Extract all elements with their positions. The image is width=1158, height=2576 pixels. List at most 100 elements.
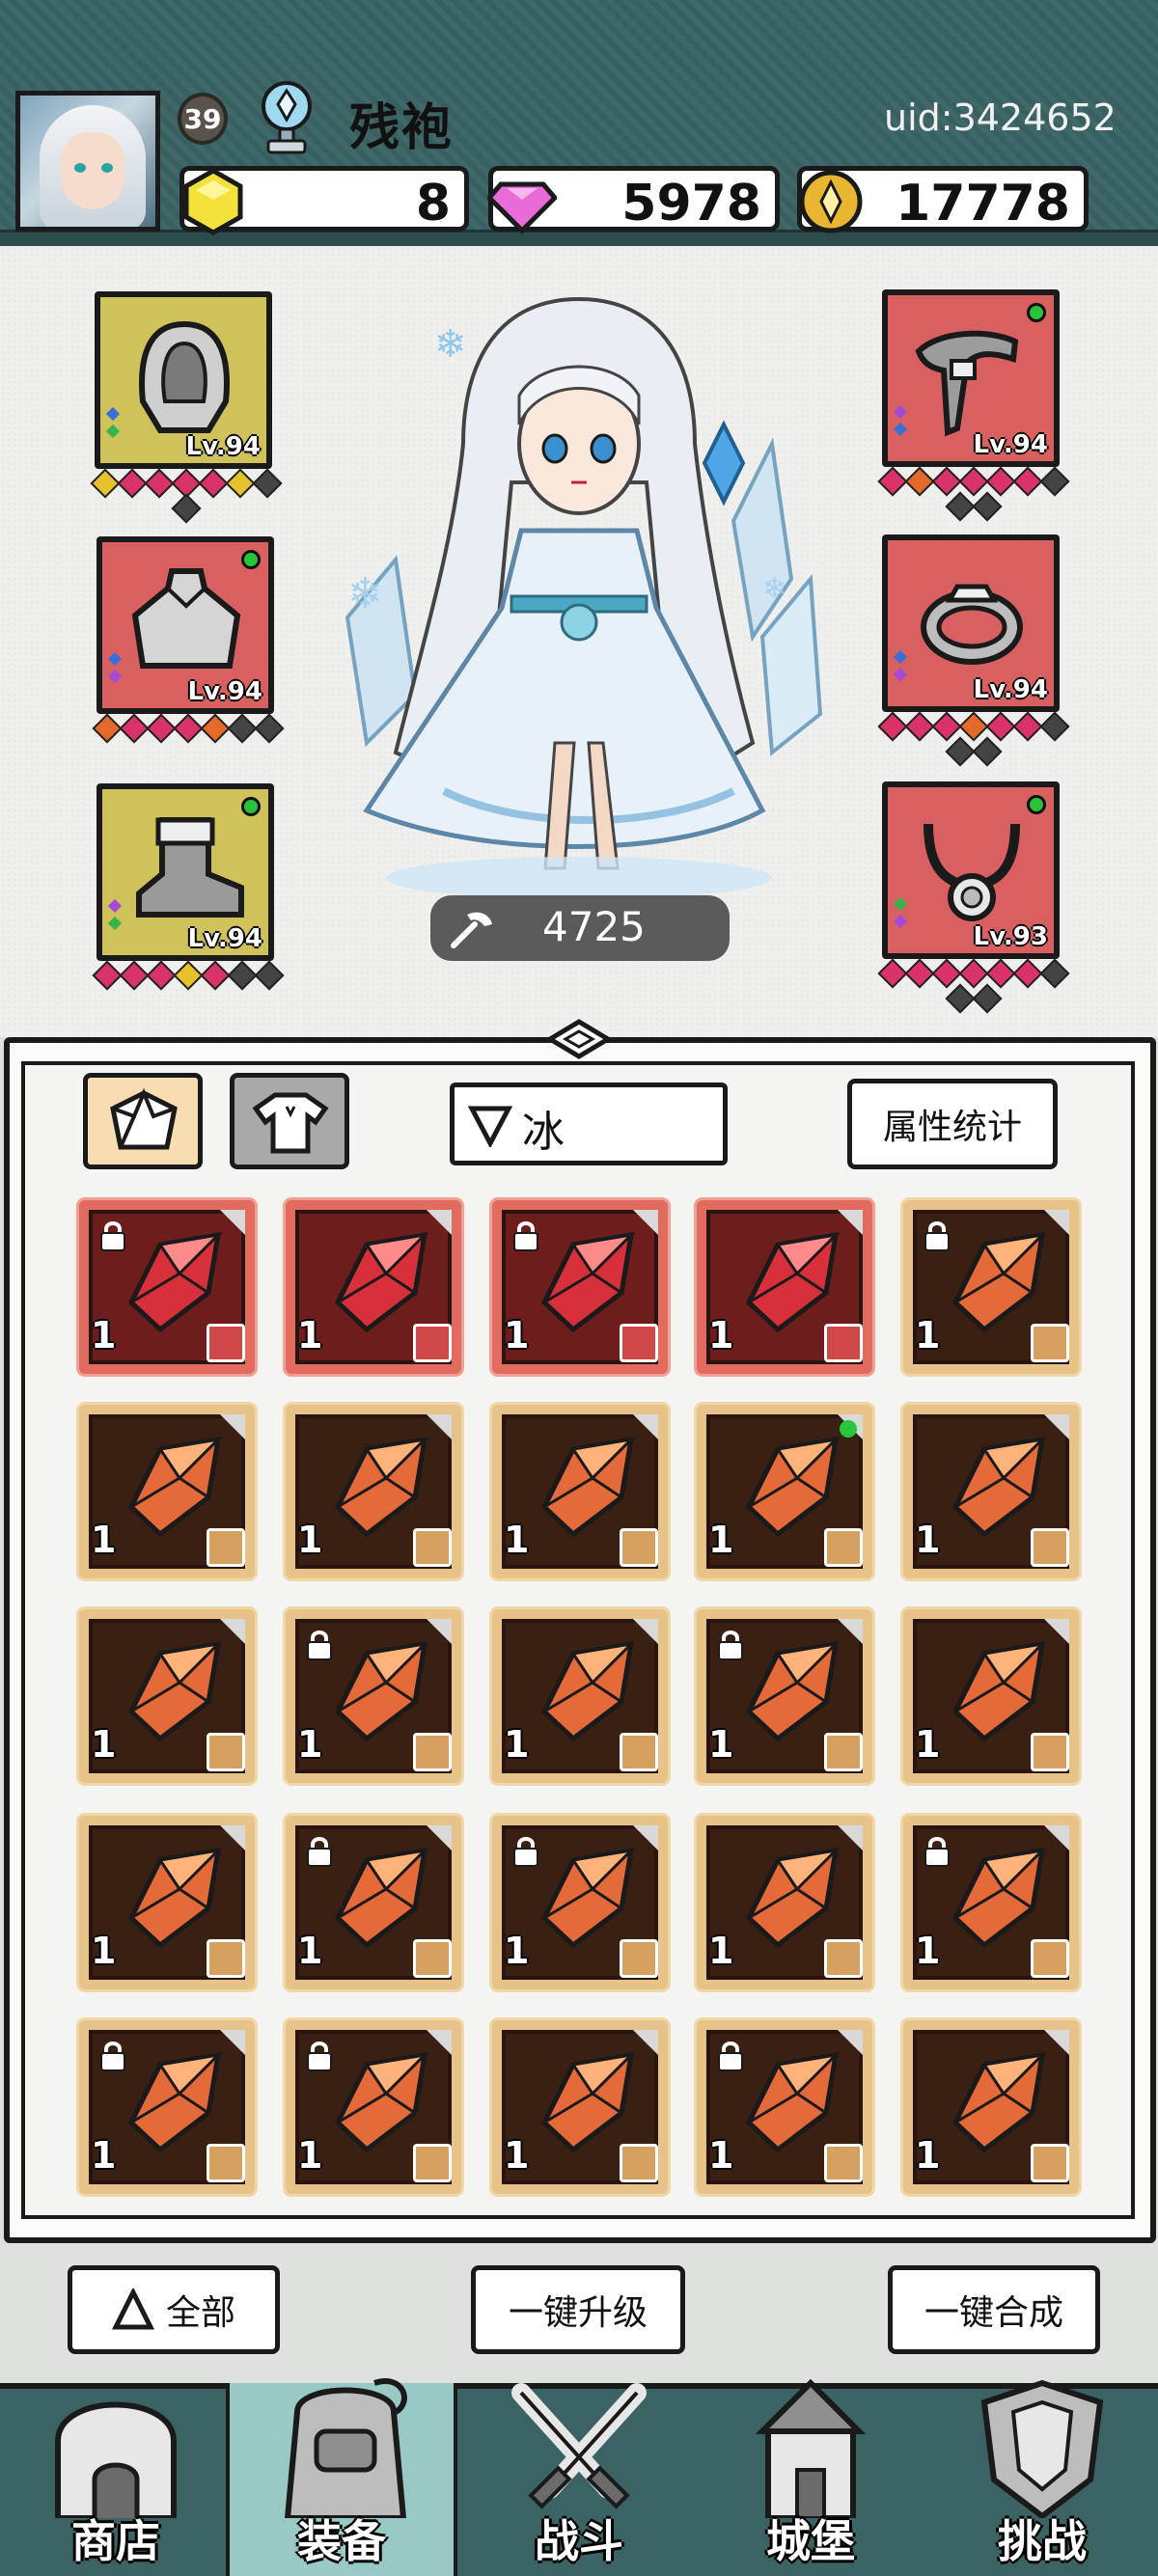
- crystal-gem-icon: [540, 1231, 636, 1333]
- crystal-gem-icon: [127, 2051, 223, 2153]
- gem-slot[interactable]: 1: [697, 2020, 872, 2194]
- crystal-gem-icon: [334, 1847, 429, 1949]
- nav-challenge[interactable]: 挑战: [926, 2379, 1158, 2576]
- nav-shop[interactable]: 商店: [0, 2383, 232, 2576]
- ring-slot[interactable]: Lv.94: [882, 534, 1060, 712]
- lock-icon: [924, 1221, 950, 1251]
- show-all-button[interactable]: 全部: [68, 2265, 280, 2354]
- crystal-gem-icon: [745, 1847, 841, 1949]
- necklace-indicator: [1027, 795, 1046, 814]
- gem-quantity: 1: [708, 1723, 734, 1766]
- crystal-gem-icon: [334, 1640, 429, 1742]
- gem-slot[interactable]: 1: [697, 1200, 872, 1374]
- gem-slot[interactable]: 1: [697, 1816, 872, 1989]
- helmet-gem-sockets: [90, 468, 283, 524]
- gem-slot[interactable]: 1: [79, 1200, 255, 1374]
- gem-slot[interactable]: 1: [697, 1609, 872, 1783]
- gear-type-icon: [413, 1939, 452, 1978]
- gear-type-icon: [207, 2144, 245, 2182]
- gold-coin-icon: [799, 170, 863, 233]
- element-filter-dropdown[interactable]: 冰: [450, 1082, 728, 1165]
- gem-slot[interactable]: 1: [903, 1816, 1079, 1989]
- necklace-icon: [924, 823, 1020, 921]
- gem-slot[interactable]: 1: [903, 1609, 1079, 1783]
- svg-text:❄: ❄: [347, 569, 383, 618]
- gem-slot[interactable]: 1: [286, 2020, 461, 2194]
- gear-type-icon: [413, 1528, 452, 1567]
- nav-equipment[interactable]: 装备: [226, 2378, 457, 2576]
- ring-gem-sockets: [877, 711, 1070, 767]
- gear-type-icon: [207, 1733, 245, 1771]
- gem-slot[interactable]: 1: [492, 1405, 668, 1578]
- crystal-gem-icon: [951, 1436, 1047, 1538]
- nav-challenge-label: 挑战: [998, 2515, 1087, 2567]
- weapon-slot[interactable]: Lv.94: [882, 289, 1060, 467]
- gem-slot[interactable]: 1: [492, 1200, 668, 1374]
- gem-quantity: 1: [504, 1314, 530, 1357]
- nav-castle[interactable]: 城堡: [695, 2378, 926, 2576]
- necklace-slot[interactable]: Lv.93: [882, 781, 1060, 959]
- gem-slot[interactable]: 1: [79, 2020, 255, 2194]
- diamond-counter[interactable]: 5978: [487, 166, 780, 234]
- gear-type-icon: [413, 1733, 452, 1771]
- boots-gem-sockets: [92, 960, 285, 1013]
- new-indicator: [840, 1420, 857, 1438]
- tab-apparel[interactable]: [230, 1073, 349, 1169]
- one-click-merge-button[interactable]: 一键合成: [888, 2265, 1100, 2354]
- gem-slot[interactable]: 1: [903, 1405, 1079, 1578]
- gold-coin-counter[interactable]: 17778: [797, 166, 1089, 233]
- user-id: uid:3424652: [884, 96, 1117, 139]
- ring-level: Lv.94: [973, 675, 1048, 704]
- nav-battle-label: 战斗: [535, 2515, 623, 2567]
- gear-type-icon: [824, 1939, 863, 1978]
- gem-slot[interactable]: 1: [286, 1609, 461, 1783]
- gem-quantity: 1: [297, 1314, 323, 1357]
- ice-character-portrait[interactable]: ❄ ❄ ❄: [309, 289, 849, 907]
- boots-slot[interactable]: Lv.94: [96, 783, 274, 961]
- gem-slot[interactable]: 1: [286, 1816, 461, 1989]
- gear-type-icon: [620, 2144, 658, 2182]
- weapon-indicator: [1027, 303, 1046, 322]
- gem-slot[interactable]: 1: [79, 1816, 255, 1989]
- gem-quantity: 1: [915, 1723, 941, 1766]
- nav-battle[interactable]: 战斗: [463, 2383, 695, 2576]
- crystal-gem-icon: [745, 2051, 841, 2153]
- backpack-icon: [284, 2378, 407, 2518]
- player-avatar[interactable]: [15, 91, 160, 232]
- gold-coin-value: 17778: [896, 175, 1070, 233]
- cloak-gem-sockets: [92, 713, 285, 766]
- crystal-gem-icon: [745, 1231, 841, 1333]
- gem-slot[interactable]: 1: [492, 2020, 668, 2194]
- gear-type-icon: [1031, 2144, 1069, 2182]
- gem-slot[interactable]: 1: [903, 1200, 1079, 1374]
- gem-quantity: 1: [915, 1519, 941, 1561]
- gem-quantity: 1: [708, 1519, 734, 1561]
- combat-power-display: 4725: [430, 895, 730, 961]
- cloak-slot[interactable]: Lv.94: [96, 536, 274, 714]
- lock-icon: [100, 2042, 125, 2071]
- yellow-gem-counter[interactable]: 8: [179, 166, 469, 235]
- gem-slot[interactable]: 1: [286, 1405, 461, 1578]
- helmet-slot[interactable]: Lv.94: [95, 291, 272, 469]
- crystal-gem-icon: [951, 1231, 1047, 1333]
- shop-icon: [55, 2401, 177, 2518]
- gem-slot[interactable]: 1: [492, 1816, 668, 1989]
- helmet-level: Lv.94: [185, 432, 261, 461]
- gem-slot[interactable]: 1: [286, 1200, 461, 1374]
- gem-slot[interactable]: 1: [697, 1405, 872, 1578]
- crystal-gem-icon: [745, 1436, 841, 1538]
- gear-type-icon: [413, 1324, 452, 1362]
- gem-slot[interactable]: 1: [79, 1405, 255, 1578]
- gem-slot[interactable]: 1: [492, 1609, 668, 1783]
- one-click-upgrade-button[interactable]: 一键升级: [471, 2265, 685, 2354]
- gem-slot[interactable]: 1: [79, 1609, 255, 1783]
- trophy-icon[interactable]: [255, 79, 318, 156]
- nav-shop-label: 商店: [71, 2515, 160, 2567]
- attribute-stats-button[interactable]: 属性统计: [847, 1079, 1058, 1169]
- tab-gems[interactable]: [83, 1073, 203, 1169]
- gem-outline-icon: [110, 1087, 178, 1150]
- horn-weapon-icon: [915, 330, 1019, 437]
- gem-slot[interactable]: 1: [903, 2020, 1079, 2194]
- gem-quantity: 1: [297, 2134, 323, 2177]
- gear-type-icon: [1031, 1733, 1069, 1771]
